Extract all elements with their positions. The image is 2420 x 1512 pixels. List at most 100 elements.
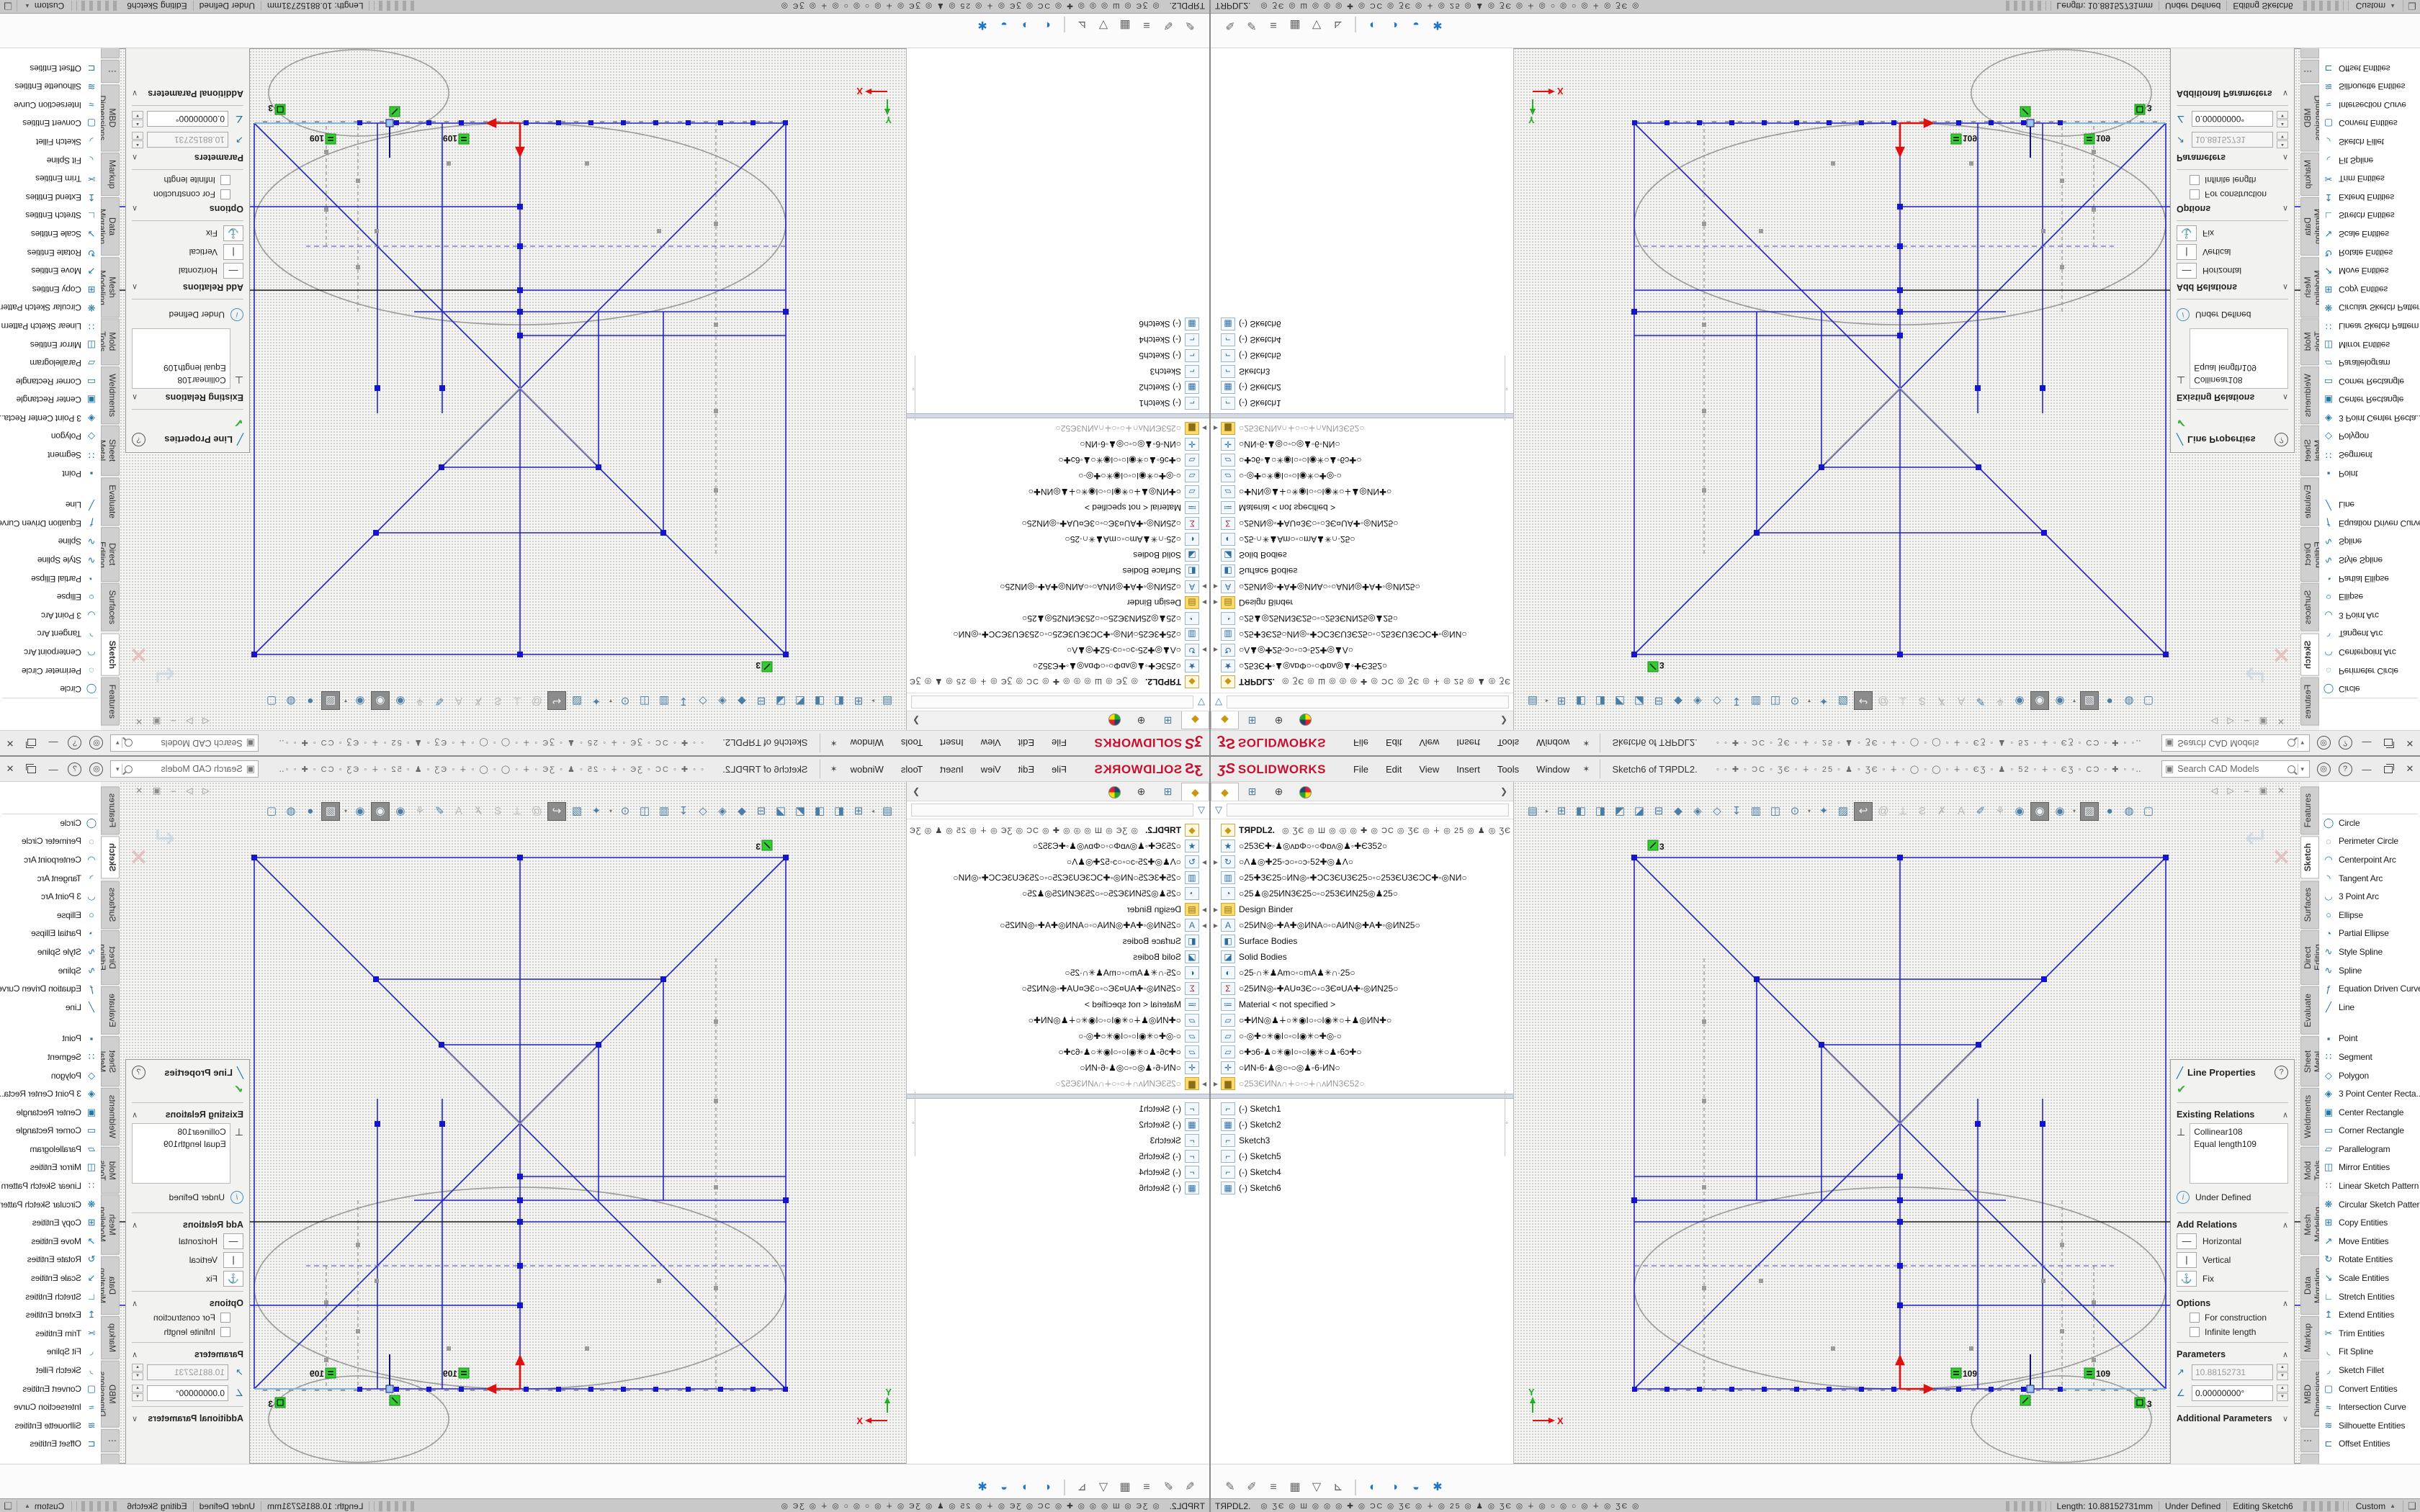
- sketch-tree-item[interactable]: ⌐ (-) Sketch4: [907, 1164, 1209, 1180]
- command-tab[interactable]: Data Migration: [2300, 197, 2319, 256]
- tool-item[interactable]: ◌ Perimeter Circle: [2319, 662, 2420, 680]
- tool-item[interactable]: ↗ Move Entities: [0, 1232, 101, 1251]
- tree-item[interactable]: ◐ ○25∙∩✳♟Am○◦○mA♟✳∩∙25○: [1211, 965, 1513, 981]
- tool-item[interactable]: ▱ Parallelogram: [2319, 354, 2420, 372]
- tree-item[interactable]: ▶ A ○25ИN◎◦✚A✚◎ИNA○◦○AИN◎✚A✚◦◎ИN25○: [907, 579, 1209, 595]
- search-input[interactable]: Search CAD Models: [2177, 764, 2285, 774]
- filter-icon[interactable]: ▽: [1198, 804, 1205, 816]
- menu-item[interactable]: Window: [1528, 761, 1578, 778]
- status-units-icon[interactable]: ❏: [0, 1, 17, 12]
- tool-item[interactable]: ▱ Parallelogram: [2319, 1140, 2420, 1158]
- menu-item[interactable]: File: [1345, 735, 1377, 752]
- add-relation-button[interactable]: | Vertical: [126, 243, 249, 261]
- sketch-tree-item[interactable]: ▦ (-) Sketch2: [907, 1117, 1209, 1133]
- command-tab[interactable]: Surfaces: [101, 583, 120, 631]
- pin-menu-icon[interactable]: ✶: [1582, 738, 1590, 748]
- tool-item[interactable]: ∷ Segment: [0, 446, 101, 464]
- tree-item[interactable]: ◔ ○25♟◎25ИN3Є25○◦○253ЄИN25◎♟25○: [907, 611, 1209, 626]
- parameter-input[interactable]: 10.88152731: [147, 1364, 228, 1380]
- section-add-relations[interactable]: Add Relations ∧: [126, 1216, 249, 1232]
- tool-item[interactable]: ◠ Centerpoint Arc: [0, 643, 101, 662]
- sketch-tree-item[interactable]: ⌐ (-) Sketch1: [907, 395, 1209, 411]
- menu-item[interactable]: Tools: [1489, 761, 1528, 778]
- tool-item[interactable]: ▢ Convert Entities: [0, 114, 101, 133]
- bottom-toolbar-icon[interactable]: ✱: [1427, 1478, 1448, 1497]
- checkbox[interactable]: [220, 1313, 230, 1323]
- tool-item[interactable]: ▭ Corner Rectangle: [0, 372, 101, 391]
- tool-item[interactable]: ↘ Scale Entities: [0, 1269, 101, 1287]
- expand-arrow-icon[interactable]: ▶: [1211, 1081, 1221, 1087]
- tree-root-item[interactable]: ◆ TЯPDL2. ◎ ƷЄ ◎ Ш ◎ ◎ ◎ ✚ ◎ ƆC ◎ ƷЄ ◎ ∔…: [1211, 674, 1513, 690]
- restore-button[interactable]: [21, 763, 42, 775]
- tool-item[interactable]: ╱ Line: [0, 998, 101, 1017]
- menu-item[interactable]: File: [1043, 735, 1075, 752]
- relation-entry[interactable]: Collinear108: [2194, 1126, 2284, 1138]
- section-add-relations[interactable]: Add Relations ∧: [2171, 280, 2294, 296]
- search-box[interactable]: ▣ Search CAD Models ▾: [2161, 760, 2310, 778]
- expand-arrow-icon[interactable]: ▶: [1199, 584, 1209, 590]
- relation-entry[interactable]: Collinear108: [2194, 374, 2284, 386]
- tool-item[interactable]: ◔ Partial Ellipse: [0, 570, 101, 588]
- minimize-button[interactable]: —: [2356, 738, 2378, 749]
- add-relation-button[interactable]: ⚓ Fix: [126, 1269, 249, 1288]
- command-tab[interactable]: Evaluate: [101, 477, 120, 526]
- section-additional-parameters[interactable]: Additional Parameters ∨: [2171, 86, 2294, 102]
- tool-item[interactable]: ◟ Fit Spline: [0, 1343, 101, 1362]
- tool-item[interactable]: ╱ Line: [0, 495, 101, 514]
- spinner-up[interactable]: ▲: [132, 1364, 143, 1372]
- sketch-tree-item[interactable]: ⌐ (-) Sketch5: [907, 1148, 1209, 1164]
- section-parameters[interactable]: Parameters ∧: [2171, 1346, 2294, 1362]
- checkbox[interactable]: [2190, 189, 2200, 199]
- tree-item[interactable]: ▶ ▆ ○253ЄИNʌ∩∔○◦○∔∩ʌИN3Є52○: [907, 1076, 1209, 1092]
- tab-featuremanager-tree[interactable]: ◆: [1211, 712, 1239, 730]
- section-options[interactable]: Options ∧: [126, 202, 249, 217]
- command-tab[interactable]: Weldments: [2300, 1088, 2319, 1146]
- spinner-down[interactable]: ▼: [2277, 132, 2288, 140]
- sketch-tree-item[interactable]: ▦ (-) Sketch6: [1211, 316, 1513, 332]
- tree-item[interactable]: ▶ ↻ ○Ʌ♟◎✚25◦ɔ○◦○ɔ◦52✚◎♟Ʌ○: [1211, 854, 1513, 870]
- command-tab[interactable]: ⋮: [2300, 60, 2319, 83]
- spinner-up[interactable]: ▲: [2277, 1385, 2288, 1392]
- tree-item[interactable]: ≔ Material < not specified >: [907, 996, 1209, 1012]
- status-units-icon[interactable]: ❏: [0, 1500, 17, 1512]
- sketch-tree-item[interactable]: ⌐ Sketch3: [1211, 1133, 1513, 1148]
- menu-item[interactable]: Tools: [1489, 735, 1528, 752]
- tool-item[interactable]: ◇ Polygon: [2319, 428, 2420, 446]
- tool-item[interactable]: ○ Ellipse: [2319, 588, 2420, 606]
- tab-featuremanager-tree[interactable]: ◆: [1181, 783, 1209, 801]
- sketch-tree-item[interactable]: ⌐ (-) Sketch4: [907, 332, 1209, 348]
- tool-item[interactable]: ↥ Extend Entities: [2319, 188, 2420, 207]
- bottom-toolbar-icon[interactable]: ⊾: [1327, 1478, 1349, 1497]
- ok-button[interactable]: ✔: [126, 413, 249, 431]
- filter-icon[interactable]: ▽: [1215, 804, 1222, 816]
- command-tab[interactable]: Evaluate: [2300, 986, 2319, 1035]
- tool-item[interactable]: ∿ Spline: [2319, 533, 2420, 552]
- chevron-down-icon[interactable]: ∨: [132, 89, 138, 99]
- tool-item[interactable]: ✂ Trim Entities: [0, 1324, 101, 1343]
- command-tab[interactable]: Direct Editing: [2300, 930, 2319, 985]
- command-tab[interactable]: Direct Editing: [101, 930, 120, 985]
- tree-item[interactable]: ▶ ▤ Design Binder: [907, 901, 1209, 917]
- tree-item[interactable]: ▥ ○25✚3Є25○ИN◎◦✚ƆC3ЄU3Є25○◦○253ЄU3ЄƆC✚◦◎…: [907, 626, 1209, 642]
- chevron-up-icon[interactable]: ∧: [132, 393, 138, 402]
- tree-item[interactable]: ◧ Surface Bodies: [907, 563, 1209, 579]
- command-tab[interactable]: Weldments: [101, 366, 120, 424]
- menu-item[interactable]: Tools: [892, 735, 931, 752]
- tree-item[interactable]: ▥ ○25✚3Є25○ИN◎◦✚ƆC3ЄU3Є25○◦○253ЄU3ЄƆC✚◦◎…: [1211, 870, 1513, 886]
- sketch-tree-item[interactable]: ⌐ Sketch3: [1211, 364, 1513, 379]
- restore-button[interactable]: [2378, 737, 2399, 750]
- tool-item[interactable]: ❋ Circular Sketch Pattern: [2319, 299, 2420, 318]
- search-dropdown-icon[interactable]: ▾: [2298, 764, 2306, 775]
- tool-item[interactable]: ❋ Circular Sketch Pattern: [0, 299, 101, 318]
- spinner-down[interactable]: ▼: [2277, 111, 2288, 119]
- filter-input[interactable]: [1227, 804, 1509, 816]
- bottom-toolbar-icon[interactable]: ✐: [1157, 15, 1179, 34]
- search-icon[interactable]: [2287, 739, 2295, 747]
- tool-item[interactable]: ▪ Point: [2319, 464, 2420, 483]
- command-tab[interactable]: Sketch: [2300, 836, 2319, 878]
- chevron-up-icon[interactable]: ∧: [132, 1299, 138, 1308]
- parameter-input[interactable]: 0.00000000°: [147, 1385, 228, 1401]
- command-tab[interactable]: Mesh Modeling: [101, 1194, 120, 1255]
- spinner-up[interactable]: ▲: [2277, 120, 2288, 127]
- bottom-toolbar-icon[interactable]: ▦: [1114, 15, 1136, 34]
